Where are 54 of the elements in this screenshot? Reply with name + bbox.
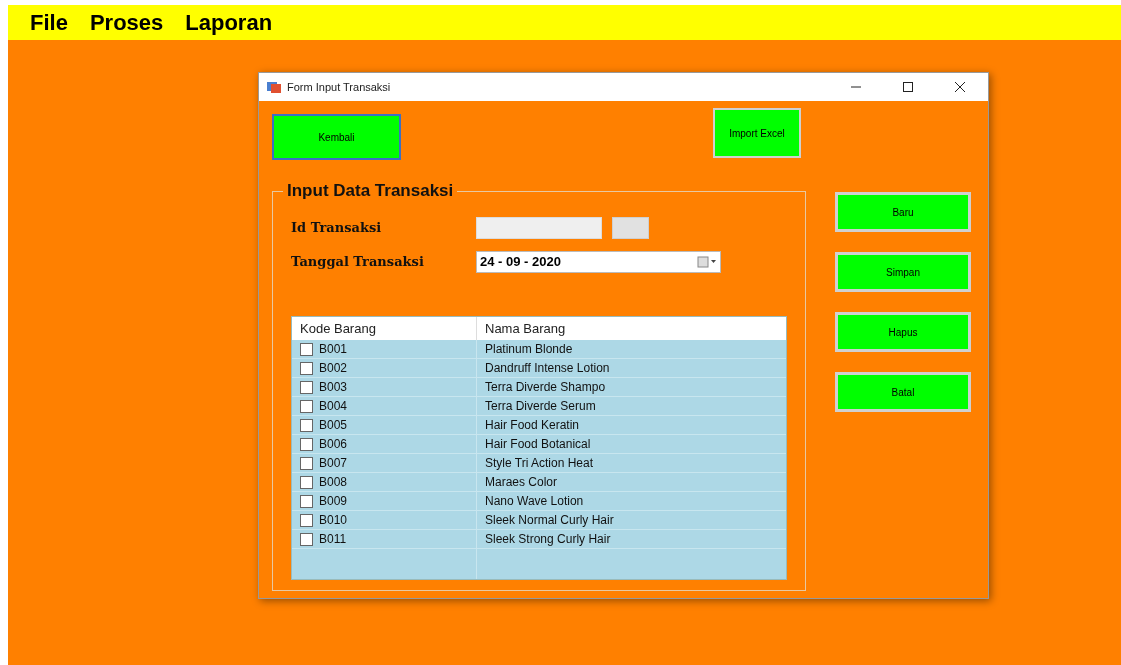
table-cell-text: Dandruff Intense Lotion	[485, 360, 610, 377]
table-cell-text: Hair Food Botanical	[485, 436, 591, 453]
row-checkbox[interactable]	[300, 342, 313, 356]
table-cell-text: B008	[319, 474, 348, 491]
text-field[interactable]	[476, 217, 602, 239]
row-checkbox[interactable]	[300, 494, 313, 508]
date-picker[interactable]: 24 - 09 - 2020	[476, 251, 721, 273]
action-button[interactable]: Simpan	[835, 252, 971, 292]
action-button[interactable]: Hapus	[835, 312, 971, 352]
maximize-icon[interactable]	[902, 81, 914, 93]
action-button[interactable]: Batal	[835, 372, 971, 412]
table-cell-text: Platinum Blonde	[485, 341, 573, 358]
row-checkbox[interactable]	[300, 513, 313, 527]
row-checkbox[interactable]	[300, 532, 313, 546]
calendar-dropdown-icon	[697, 256, 717, 268]
row-checkbox[interactable]	[300, 418, 313, 432]
table-cell-text: B005	[319, 417, 348, 434]
table-cell-text: Hair Food Keratin	[485, 417, 580, 434]
table-cell-text: Sleek Strong Curly Hair	[485, 531, 611, 548]
column-header[interactable]: Kode Barang	[292, 317, 477, 340]
table-cell-text: B002	[319, 360, 348, 377]
table-cell-text: Style Tri Action Heat	[485, 455, 594, 472]
app-icon	[267, 81, 281, 93]
column-header[interactable]: Nama Barang	[477, 317, 786, 340]
row-checkbox[interactable]	[300, 437, 313, 451]
window-title: Form Input Transaksi	[287, 79, 392, 95]
menu-item[interactable]: File	[30, 6, 68, 39]
group-title: Input Data Transaksi	[283, 181, 458, 201]
row-checkbox[interactable]	[300, 380, 313, 394]
table-cell-text: B007	[319, 455, 348, 472]
table-cell-text: B003	[319, 379, 348, 396]
row-checkbox[interactable]	[300, 456, 313, 470]
row-checkbox[interactable]	[300, 475, 313, 489]
import-excel-button[interactable]: Import Excel	[713, 108, 801, 158]
row-checkbox[interactable]	[300, 399, 313, 413]
table-cell-text: Terra Diverde Shampo	[485, 379, 606, 396]
close-icon[interactable]	[954, 81, 966, 93]
row-checkbox[interactable]	[300, 361, 313, 375]
table-cell-text: Maraes Color	[485, 474, 558, 491]
table-cell-text: Nano Wave Lotion	[485, 493, 584, 510]
table-cell-text: B001	[319, 341, 348, 358]
table-cell-text: B006	[319, 436, 348, 453]
back-button[interactable]: Kembali	[272, 114, 401, 160]
action-button[interactable]: Baru	[835, 192, 971, 232]
table-cell-text: Sleek Normal Curly Hair	[485, 512, 614, 529]
field-label: Id Transaksi	[291, 219, 383, 238]
table-cell-text: Terra Diverde Serum	[485, 398, 596, 415]
field-label: Tanggal Transaksi	[291, 253, 425, 272]
menu-item[interactable]: Proses	[89, 6, 164, 39]
table-cell-text: B004	[319, 398, 348, 415]
table-cell-text: B011	[319, 531, 347, 548]
menu-item[interactable]: Laporan	[185, 6, 273, 39]
table-cell-text: B009	[319, 493, 348, 510]
table-cell-text: B010	[319, 512, 348, 529]
